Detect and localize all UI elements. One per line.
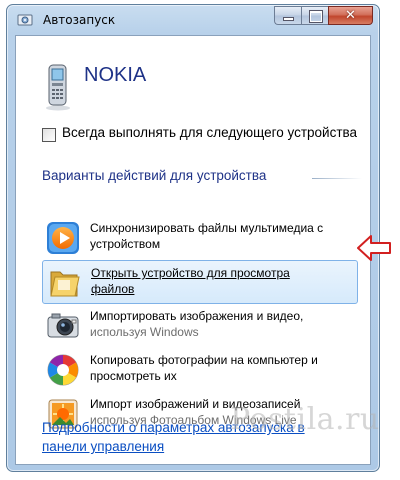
close-icon: ✕ bbox=[345, 8, 356, 23]
option-sublabel: используя Windows bbox=[90, 325, 199, 339]
always-do-label: Всегда выполнять для следующего устройст… bbox=[62, 125, 358, 140]
option-sync-media-text: Синхронизировать файлы мультимедиа с уст… bbox=[90, 220, 356, 252]
option-picasa-text: Копировать фотографии на компьютер и про… bbox=[90, 352, 356, 384]
option-import-windows[interactable]: Импортировать изображения и видео, испол… bbox=[42, 304, 358, 348]
autoplay-icon bbox=[17, 14, 33, 26]
option-label: Импортировать изображения и видео, bbox=[90, 309, 304, 323]
option-open-folder-text: Открыть устройство для просмотра файлов bbox=[91, 265, 357, 297]
option-picasa[interactable]: Копировать фотографии на компьютер и про… bbox=[42, 348, 358, 392]
option-sync-media[interactable]: Синхронизировать файлы мультимедиа с уст… bbox=[42, 216, 358, 260]
option-label-2: файлов bbox=[91, 282, 135, 296]
option-label-2: устройством bbox=[90, 237, 161, 251]
option-label: Синхронизировать файлы мультимедиа с bbox=[90, 221, 324, 235]
picasa-icon bbox=[47, 354, 79, 386]
red-arrow-annotation bbox=[357, 235, 391, 261]
section-divider bbox=[312, 178, 362, 179]
minimize-button[interactable] bbox=[274, 6, 301, 25]
minimize-icon bbox=[284, 18, 293, 20]
always-do-checkbox[interactable] bbox=[42, 128, 56, 142]
window-title: Автозапуск bbox=[43, 13, 116, 27]
option-import-windows-text: Импортировать изображения и видео, испол… bbox=[90, 308, 356, 340]
option-label-2: просмотреть их bbox=[90, 369, 177, 383]
camera-icon bbox=[47, 313, 79, 338]
close-button[interactable]: ✕ bbox=[328, 6, 373, 25]
media-player-icon bbox=[47, 222, 79, 254]
control-panel-link-line2: панели управления bbox=[42, 439, 165, 454]
device-name: NOKIA bbox=[84, 64, 147, 86]
title-bar[interactable]: Автозапуск ✕ bbox=[7, 5, 379, 35]
mobile-phone-icon bbox=[46, 64, 70, 111]
watermark-text: Postila.ru bbox=[230, 402, 380, 437]
folder-icon bbox=[50, 271, 80, 297]
maximize-button[interactable] bbox=[301, 6, 328, 25]
watermark: Postila.ru bbox=[230, 402, 380, 437]
caption-buttons: ✕ bbox=[274, 6, 373, 26]
option-label: Открыть устройство для просмотра bbox=[91, 266, 290, 280]
window-content: NOKIA Всегда выполнять для следующего ус… bbox=[15, 35, 371, 465]
option-label: Копировать фотографии на компьютер и bbox=[90, 353, 318, 367]
maximize-icon bbox=[310, 11, 322, 22]
option-open-folder[interactable]: Открыть устройство для просмотра файлов bbox=[42, 260, 358, 304]
section-header: Варианты действий для устройства bbox=[42, 168, 267, 183]
